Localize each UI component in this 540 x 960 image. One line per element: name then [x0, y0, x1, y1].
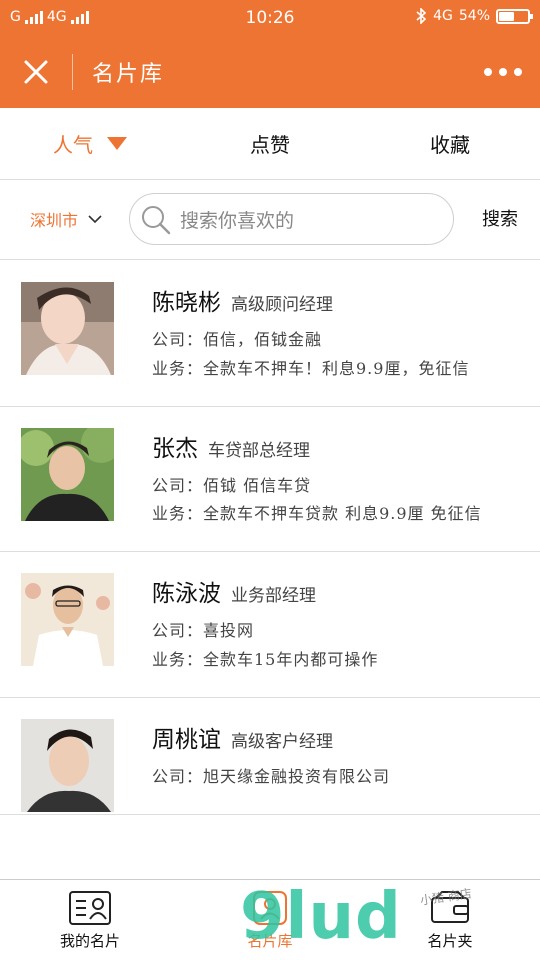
list-item[interactable]: 张杰 车贷部总经理 公司：佰钺 佰信车贷 业务：全款车不押车贷款 利息9.9厘 … — [0, 407, 540, 553]
card-name: 陈晓彬 — [152, 290, 221, 316]
tab-label: 收藏 — [430, 133, 470, 157]
card-title: 高级顾问经理 — [231, 295, 333, 315]
card-company: 公司：佰钺 佰信车贷 — [152, 475, 312, 495]
avatar — [21, 427, 114, 521]
card-holder-icon — [431, 890, 469, 923]
caret-down-icon — [107, 137, 127, 150]
city-selector[interactable]: 深圳市 — [30, 207, 102, 231]
card-business: 业务：全款车不押车！利息9.9厘，免征信 — [152, 358, 470, 378]
card-business: 业务：全款车不押车贷款 利息9.9厘 免征信 — [152, 504, 482, 524]
search-button[interactable]: 搜索 — [482, 205, 518, 231]
card-title: 高级客户经理 — [231, 731, 333, 752]
card-library-icon — [253, 890, 287, 925]
card-name: 周桃谊 — [152, 726, 221, 753]
avatar — [21, 718, 114, 812]
card-name: 陈泳波 — [152, 581, 221, 608]
search-placeholder: 搜索你喜欢的 — [180, 209, 295, 232]
battery-level — [499, 11, 515, 21]
avatar — [21, 573, 114, 667]
chevron-down-icon — [88, 215, 102, 224]
list-item[interactable]: 陈晓彬 高级顾问经理 公司：佰信，佰钺金融 业务：全款车不押车！利息9.9厘，免… — [0, 261, 540, 407]
tab-label: 点赞 — [250, 133, 290, 157]
city-label: 深圳市 — [30, 211, 79, 230]
battery-percent: 54% — [458, 8, 490, 24]
card-company: 公司：旭天缘金融投资有限公司 — [152, 766, 391, 786]
list-item[interactable]: 周桃谊 高级客户经理 公司：旭天缘金融投资有限公司 — [0, 698, 540, 815]
title-divider — [72, 54, 73, 90]
nav-card-library[interactable]: 名片库 — [180, 880, 360, 960]
tab-likes[interactable]: 点赞 — [180, 108, 360, 179]
more-options-icon[interactable] — [484, 62, 522, 82]
id-card-icon — [69, 890, 111, 925]
card-title: 业务部经理 — [231, 586, 316, 607]
tab-favorites[interactable]: 收藏 — [360, 108, 540, 179]
nav-label: 名片夹 — [427, 931, 473, 950]
nav-label: 名片库 — [247, 931, 293, 950]
battery-icon — [496, 8, 533, 24]
tab-popularity[interactable]: 人气 — [0, 108, 180, 179]
card-name: 张杰 — [152, 435, 198, 462]
card-title: 车贷部总经理 — [208, 440, 310, 461]
nav-label: 我的名片 — [59, 931, 120, 950]
nav-card-holder[interactable]: 名片夹 — [360, 880, 540, 960]
card-business: 业务：全款车15年内都可操作 — [152, 649, 379, 669]
search-row: 深圳市 搜索你喜欢的 搜索 — [0, 181, 540, 260]
card-company: 公司：喜投网 — [152, 621, 255, 641]
nav-my-card[interactable]: 我的名片 — [0, 880, 180, 960]
bluetooth-icon — [416, 8, 427, 24]
status-bar: G 4G 10:26 4G 54% — [0, 0, 540, 36]
page-title: 名片库 — [92, 62, 165, 87]
network-label-right: 4G — [433, 8, 453, 24]
status-right: 4G 54% — [415, 8, 533, 24]
close-icon[interactable] — [20, 56, 52, 88]
bottom-nav: 我的名片 名片库 名片夹 — [0, 879, 540, 960]
avatar — [21, 282, 114, 375]
list-item[interactable]: 陈泳波 业务部经理 公司：喜投网 业务：全款车15年内都可操作 — [0, 552, 540, 698]
card-list: 陈晓彬 高级顾问经理 公司：佰信，佰钺金融 业务：全款车不押车！利息9.9厘，免… — [0, 261, 540, 879]
search-icon — [142, 206, 171, 235]
search-input[interactable]: 搜索你喜欢的 — [129, 193, 454, 245]
title-bar: 名片库 — [0, 36, 540, 108]
sort-tabs: 人气 点赞 收藏 — [0, 108, 540, 180]
tab-label: 人气 — [53, 133, 93, 157]
card-company: 公司：佰信，佰钺金融 — [152, 330, 323, 349]
